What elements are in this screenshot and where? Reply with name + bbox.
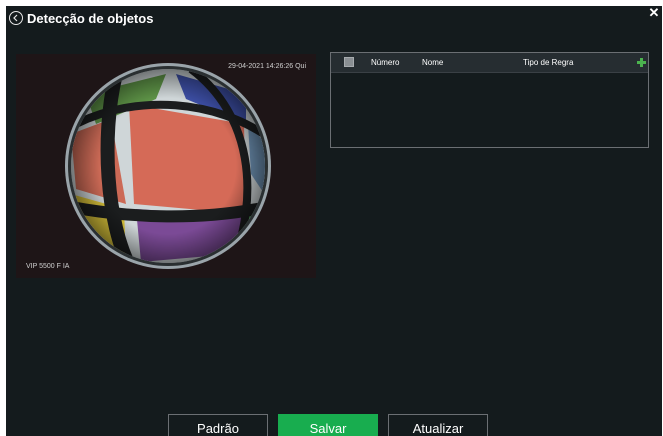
object-detection-window: Detecção de objetos ✕ 29-04-2021 14:26:2…	[6, 6, 662, 436]
header: Detecção de objetos ✕	[6, 6, 662, 32]
back-button[interactable]	[9, 11, 23, 25]
column-name: Nome	[422, 58, 444, 67]
plus-icon[interactable]	[637, 58, 646, 67]
chevron-left-icon	[13, 14, 18, 22]
save-button[interactable]: Salvar	[278, 414, 378, 436]
close-icon[interactable]: ✕	[648, 6, 660, 20]
column-rule-type: Tipo de Regra	[523, 58, 574, 67]
camera-name: VIP 5500 F IA	[26, 263, 70, 270]
video-preview: 29-04-2021 14:26:26 Qui VIP 5500 F IA	[16, 54, 316, 278]
rules-table: Número Nome Tipo de Regra	[330, 52, 649, 148]
column-number: Número	[371, 58, 400, 67]
default-button[interactable]: Padrão	[168, 414, 268, 436]
video-timestamp: 29-04-2021 14:26:26 Qui	[228, 63, 306, 70]
fisheye-camera-image	[16, 54, 316, 278]
select-all-checkbox[interactable]	[344, 57, 354, 67]
page-title: Detecção de objetos	[27, 11, 154, 26]
table-header: Número Nome Tipo de Regra	[331, 53, 648, 73]
refresh-button[interactable]: Atualizar	[388, 414, 488, 436]
